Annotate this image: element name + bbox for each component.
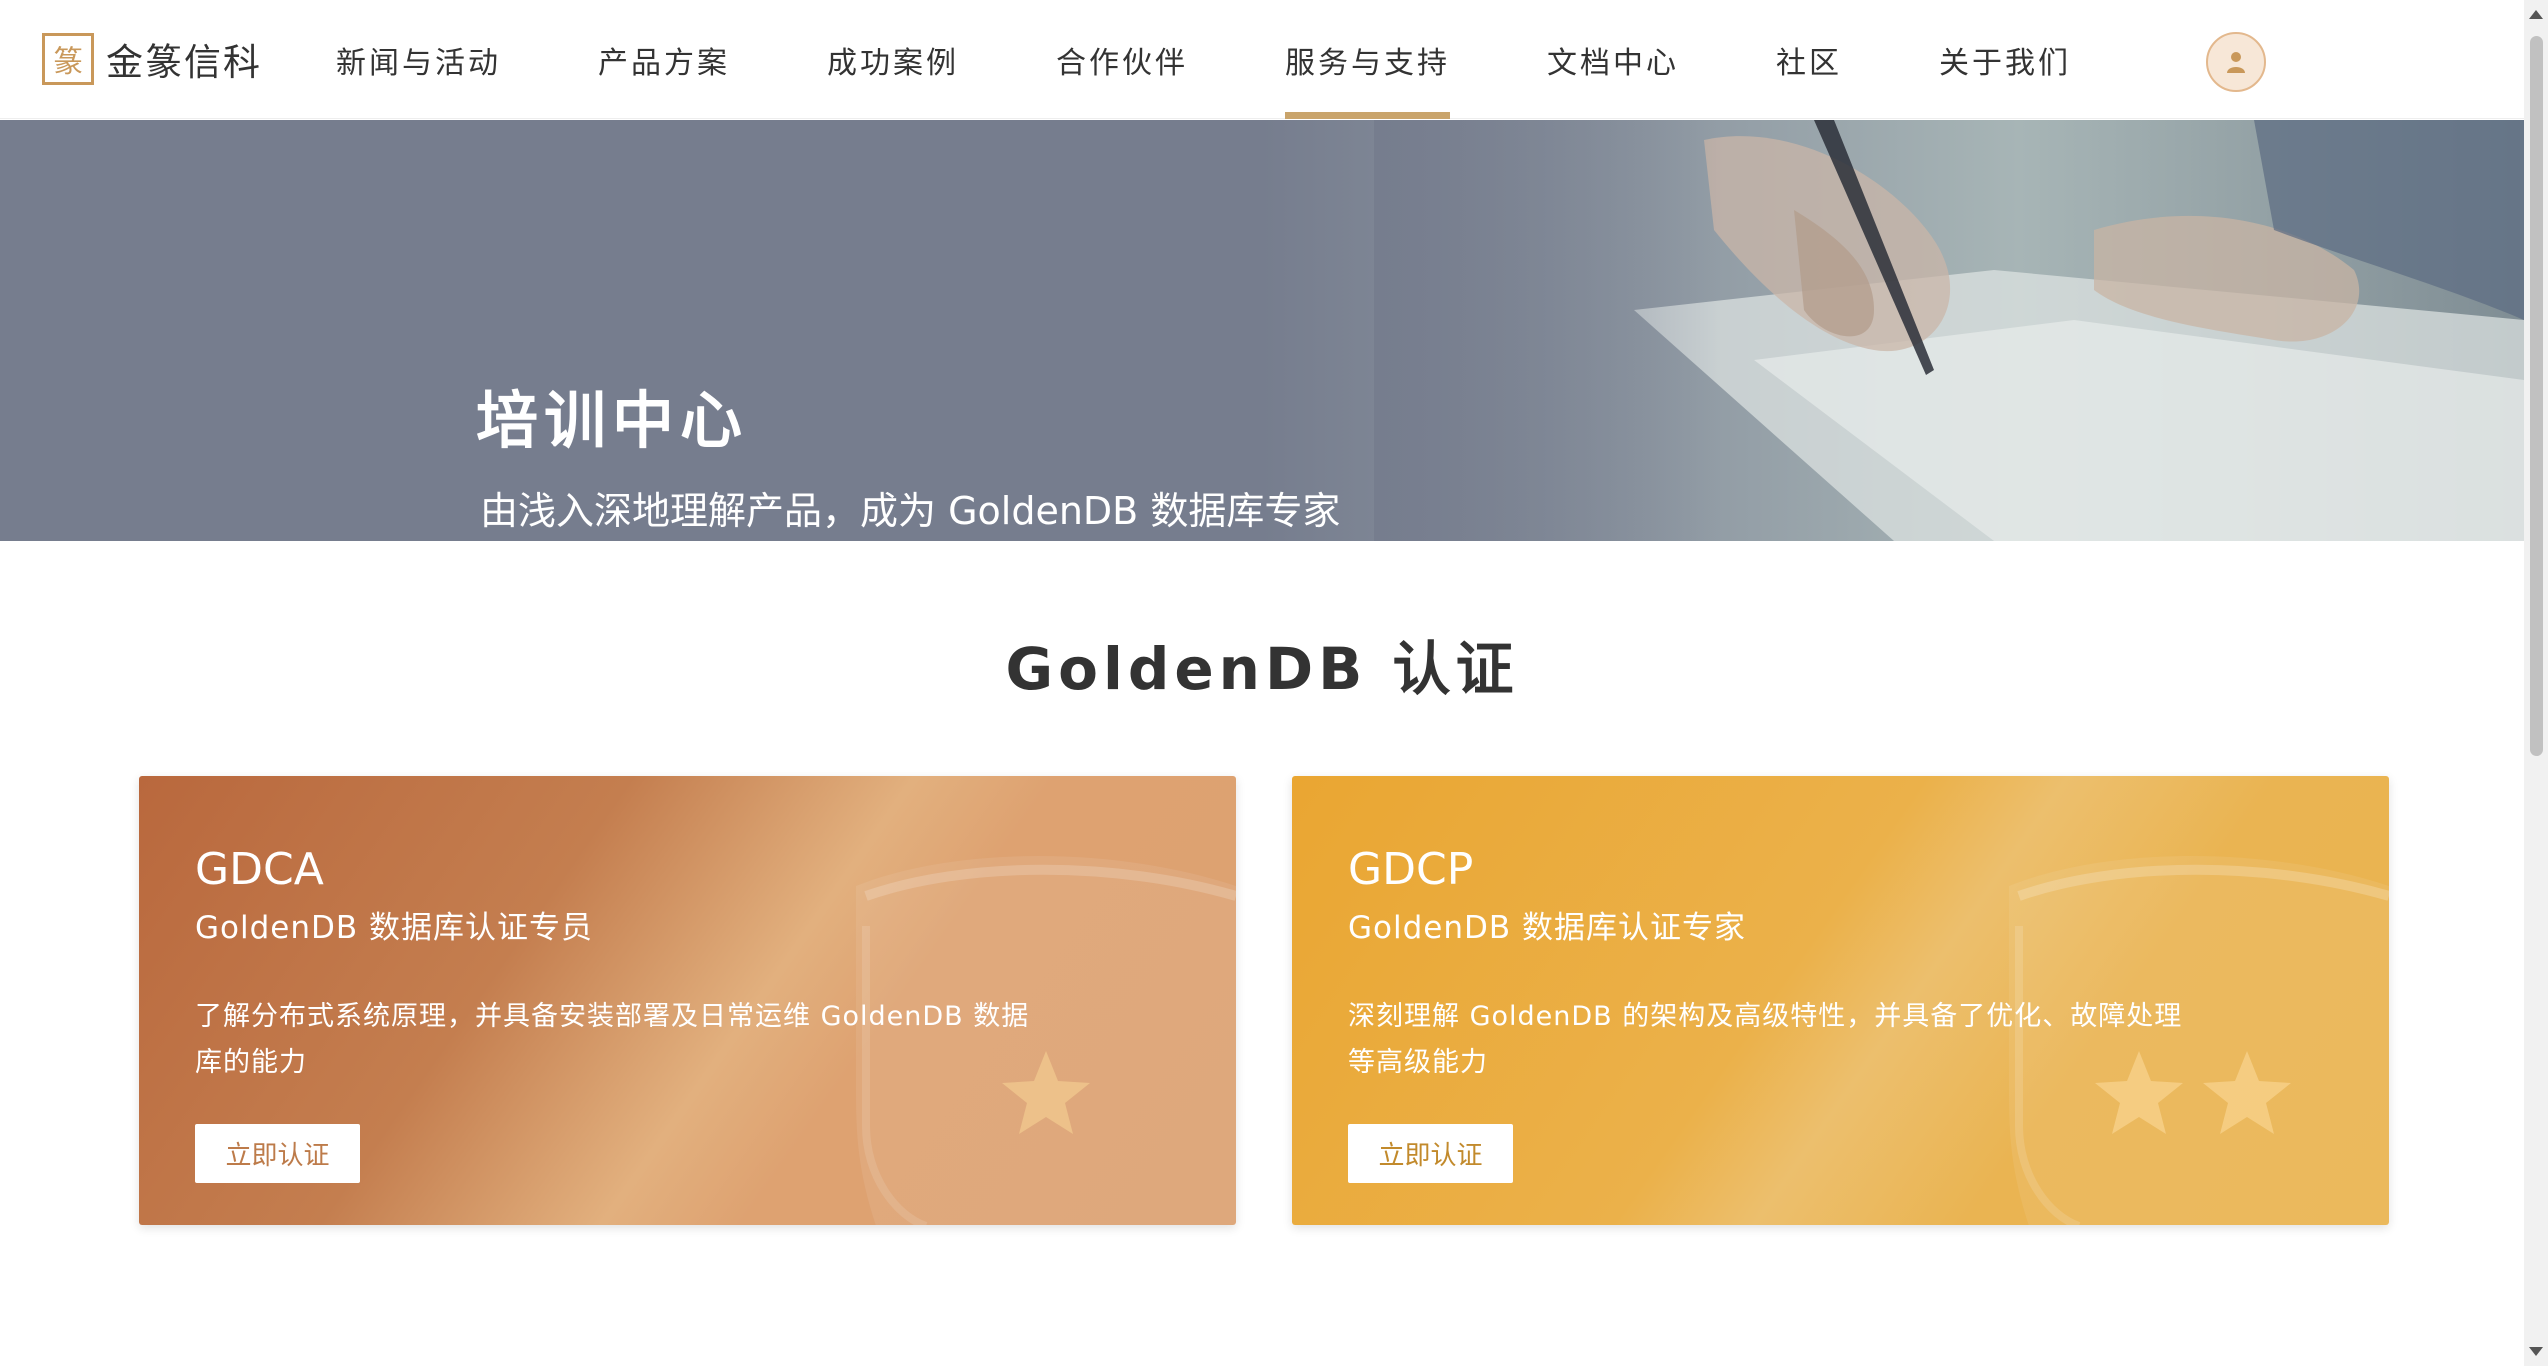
scroll-down-arrow-icon[interactable] [2529, 1347, 2543, 1356]
banner-writing-hand-image [1374, 120, 2524, 541]
scrollbar-thumb[interactable] [2530, 36, 2543, 756]
training-center-banner: 培训中心 由浅入深地理解产品，成为 GoldenDB 数据库专家 [0, 120, 2524, 541]
nav-item-community[interactable]: 社区 [1776, 0, 1842, 119]
card-name: GoldenDB 数据库认证专员 [195, 910, 593, 946]
banner-subtitle: 由浅入深地理解产品，成为 GoldenDB 数据库专家 [480, 489, 1341, 533]
card-code: GDCP [1348, 844, 1474, 895]
top-navigation-bar: 篆 金篆信科 新闻与活动 产品方案 成功案例 合作伙伴 服务与支持 文档中心 社… [0, 0, 2524, 119]
nav-item-news[interactable]: 新闻与活动 [336, 0, 501, 119]
user-account-button[interactable] [2206, 32, 2266, 92]
page-scrollbar[interactable] [2524, 0, 2548, 1366]
card-description-line: 库的能力 [195, 1047, 307, 1078]
card-description-line: 深刻理解 GoldenDB 的架构及高级特性，并具备了优化、故障处理 [1348, 1001, 2183, 1032]
nav-item-partners[interactable]: 合作伙伴 [1056, 0, 1188, 119]
nav-item-about[interactable]: 关于我们 [1939, 0, 2071, 119]
card-name: GoldenDB 数据库认证专家 [1348, 910, 1746, 946]
nav-item-services-support[interactable]: 服务与支持 [1285, 0, 1450, 119]
logo-text: 金篆信科 [106, 41, 262, 84]
logo-icon: 篆 [42, 33, 94, 85]
card-description: 了解分布式系统原理，并具备安装部署及日常运维 GoldenDB 数据 库的能力 [195, 994, 1045, 1086]
certification-section-title: GoldenDB 认证 [1005, 635, 1519, 703]
gdca-certify-button[interactable]: 立即认证 [195, 1124, 360, 1183]
gdca-certification-card: GDCA GoldenDB 数据库认证专员 了解分布式系统原理，并具备安装部署及… [139, 776, 1236, 1225]
card-description-line: 了解分布式系统原理，并具备安装部署及日常运维 GoldenDB 数据 [195, 1001, 1030, 1032]
nav-item-cases[interactable]: 成功案例 [827, 0, 959, 119]
banner-title: 培训中心 [476, 384, 749, 457]
gdcp-certify-button[interactable]: 立即认证 [1348, 1124, 1513, 1183]
gdcp-certification-card: GDCP GoldenDB 数据库认证专家 深刻理解 GoldenDB 的架构及… [1292, 776, 2389, 1225]
main-nav: 新闻与活动 产品方案 成功案例 合作伙伴 服务与支持 文档中心 社区 关于我们 [336, 0, 2071, 119]
scroll-up-arrow-icon[interactable] [2529, 10, 2543, 19]
nav-item-products[interactable]: 产品方案 [598, 0, 730, 119]
card-code: GDCA [195, 844, 324, 895]
logo[interactable]: 篆 金篆信科 [42, 32, 262, 86]
card-description-line: 等高级能力 [1348, 1047, 1488, 1078]
nav-item-docs[interactable]: 文档中心 [1547, 0, 1679, 119]
card-description: 深刻理解 GoldenDB 的架构及高级特性，并具备了优化、故障处理 等高级能力 [1348, 994, 2198, 1086]
user-icon [2227, 52, 2245, 73]
